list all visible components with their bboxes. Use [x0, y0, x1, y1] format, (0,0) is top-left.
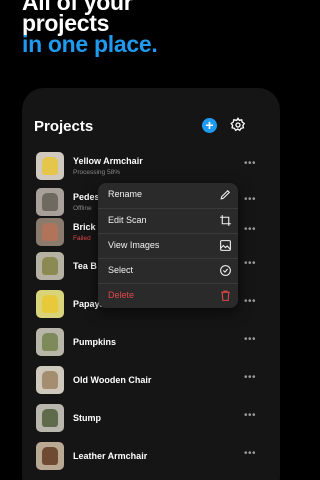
project-row-pumpkins[interactable]: Pumpkins ••• — [36, 328, 258, 360]
hero-line-3: in one place. — [22, 31, 158, 57]
context-menu: Rename Edit Scan View Images Select Dele… — [98, 183, 238, 308]
image-icon — [220, 240, 231, 251]
menu-item-label: Rename — [108, 189, 143, 199]
project-thumbnail — [36, 328, 64, 356]
hero-heading: All of your projects in one place. — [22, 0, 262, 57]
crop-icon — [220, 215, 231, 226]
more-options-button[interactable]: ••• — [244, 448, 256, 459]
project-name: Stump — [73, 413, 101, 423]
more-options-button[interactable]: ••• — [244, 194, 256, 205]
menu-item-edit-scan[interactable]: Edit Scan — [98, 208, 238, 233]
check-circle-icon — [220, 265, 231, 276]
project-row-leather-armchair[interactable]: Leather Armchair ••• — [36, 442, 258, 474]
more-options-button[interactable]: ••• — [244, 158, 256, 169]
menu-item-view-images[interactable]: View Images — [98, 233, 238, 258]
pencil-icon — [220, 189, 231, 200]
menu-item-label: Edit Scan — [108, 215, 147, 225]
project-status: Offline — [73, 205, 92, 212]
projects-header: Projects + — [34, 116, 260, 140]
project-thumbnail — [36, 366, 64, 394]
more-options-button[interactable]: ••• — [244, 224, 256, 235]
project-name: Old Wooden Chair — [73, 375, 152, 385]
project-thumbnail — [36, 188, 64, 216]
project-thumbnail — [36, 252, 64, 280]
project-row-stump[interactable]: Stump ••• — [36, 404, 258, 436]
gear-icon[interactable] — [230, 117, 246, 133]
project-name: Tea B — [73, 261, 97, 271]
menu-item-delete[interactable]: Delete — [98, 283, 238, 308]
project-name: Pumpkins — [73, 337, 117, 347]
project-thumbnail — [36, 218, 64, 246]
project-status: Failed — [73, 235, 91, 242]
project-thumbnail — [36, 404, 64, 432]
add-project-button[interactable]: + — [202, 118, 217, 133]
project-thumbnail — [36, 152, 64, 180]
more-options-button[interactable]: ••• — [244, 296, 256, 307]
project-name: Brick — [73, 222, 96, 232]
more-options-button[interactable]: ••• — [244, 334, 256, 345]
project-row-old-wooden-chair[interactable]: Old Wooden Chair ••• — [36, 366, 258, 398]
more-options-button[interactable]: ••• — [244, 410, 256, 421]
menu-item-rename[interactable]: Rename — [98, 183, 238, 208]
page-title: Projects — [34, 118, 94, 135]
project-name: Yellow Armchair — [73, 156, 143, 166]
project-thumbnail — [36, 290, 64, 318]
project-name: Leather Armchair — [73, 451, 148, 461]
menu-item-select[interactable]: Select — [98, 258, 238, 283]
more-options-button[interactable]: ••• — [244, 258, 256, 269]
project-thumbnail — [36, 442, 64, 470]
project-row-yellow-armchair[interactable]: Yellow Armchair Processing 58% ••• — [36, 152, 258, 184]
menu-item-label: Delete — [108, 290, 135, 300]
project-status: Processing 58% — [73, 169, 120, 176]
project-name: Pedes — [73, 192, 100, 202]
trash-icon — [221, 290, 230, 301]
more-options-button[interactable]: ••• — [244, 372, 256, 383]
menu-item-label: View Images — [108, 240, 160, 250]
menu-item-label: Select — [108, 265, 134, 275]
